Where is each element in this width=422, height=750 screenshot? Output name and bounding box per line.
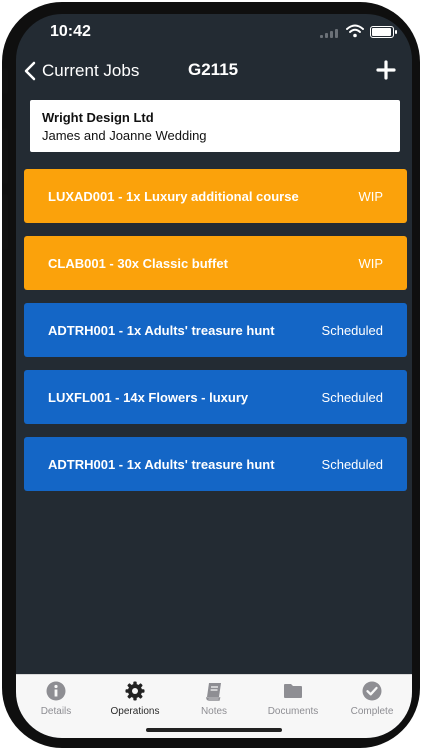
app-screen: 10:42 Current Jobs G2115 Wright Design L…	[16, 14, 412, 738]
tab-label: Notes	[200, 706, 228, 717]
job-row[interactable]: ADTRH001 - 1x Adults' treasure hunt Sche…	[24, 437, 407, 491]
chevron-left-icon	[24, 61, 36, 81]
tab-label: Documents	[267, 706, 319, 717]
back-button-label: Current Jobs	[42, 61, 140, 80]
job-label: LUXAD001 - 1x Luxury additional course	[48, 189, 299, 204]
check-circle-icon	[362, 681, 382, 701]
phone-frame: 10:42 Current Jobs G2115 Wright Design L…	[2, 2, 420, 748]
job-status: WIP	[358, 256, 383, 271]
job-row[interactable]: LUXFL001 - 14x Flowers - luxury Schedule…	[24, 370, 407, 424]
job-status: Scheduled	[321, 323, 383, 338]
job-label: ADTRH001 - 1x Adults' treasure hunt	[48, 457, 275, 472]
home-indicator	[146, 728, 282, 732]
folder-icon	[284, 684, 302, 698]
job-row[interactable]: CLAB001 - 30x Classic buffet WIP	[24, 236, 407, 290]
customer-event: James and Joanne Wedding	[42, 128, 207, 143]
page-title: G2115	[188, 60, 239, 79]
navigation-bar: Current Jobs G2115	[16, 54, 412, 88]
plus-icon[interactable]	[376, 60, 396, 80]
job-label: CLAB001 - 30x Classic buffet	[48, 256, 228, 271]
volume-up-button	[2, 128, 8, 184]
wifi-icon	[346, 24, 364, 38]
status-time: 10:42	[50, 23, 91, 40]
customer-company: Wright Design Ltd	[42, 110, 154, 125]
tab-details[interactable]: Details	[20, 681, 92, 721]
tab-label: Complete	[350, 706, 394, 717]
back-button[interactable]: Current Jobs	[24, 58, 139, 84]
customer-card: Wright Design Ltd James and Joanne Weddi…	[30, 100, 400, 152]
tab-complete[interactable]: Complete	[336, 681, 408, 721]
tab-documents[interactable]: Documents	[257, 681, 329, 721]
tab-notes[interactable]: Notes	[178, 681, 250, 721]
info-icon	[46, 681, 66, 701]
mute-switch	[2, 68, 8, 94]
job-status: Scheduled	[321, 390, 383, 405]
gear-icon	[125, 681, 145, 701]
job-row[interactable]: ADTRH001 - 1x Adults' treasure hunt Sche…	[24, 303, 407, 357]
job-status: Scheduled	[321, 457, 383, 472]
job-status: WIP	[358, 189, 383, 204]
battery-icon	[370, 26, 397, 38]
tab-operations[interactable]: Operations	[99, 681, 171, 721]
cellular-signal-icon	[320, 26, 338, 38]
status-bar: 10:42	[16, 14, 412, 50]
tab-label: Details	[40, 706, 72, 717]
book-icon	[206, 683, 221, 701]
tab-label: Operations	[110, 706, 160, 717]
job-label: LUXFL001 - 14x Flowers - luxury	[48, 390, 249, 405]
job-label: ADTRH001 - 1x Adults' treasure hunt	[48, 323, 275, 338]
job-row[interactable]: LUXAD001 - 1x Luxury additional course W…	[24, 169, 407, 223]
volume-down-button	[2, 194, 8, 250]
